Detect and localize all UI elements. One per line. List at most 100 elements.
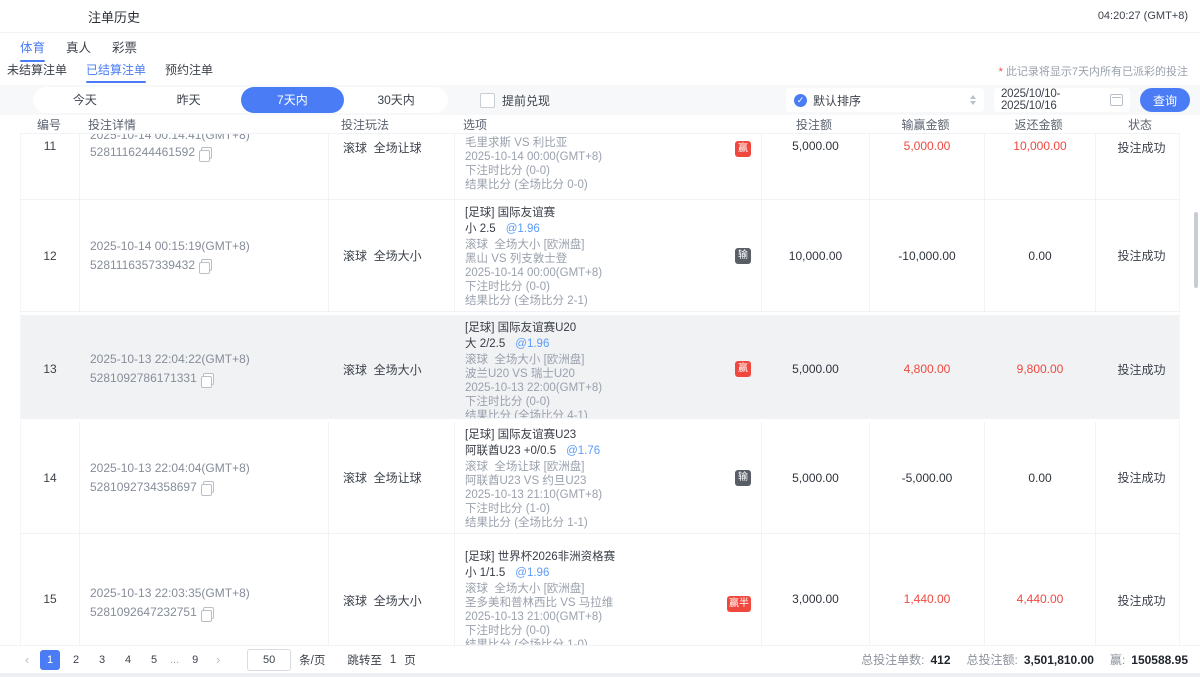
play-type: 滚球 全场让球 <box>328 422 454 533</box>
option-line: 毛里求斯 VS 利比亚 <box>465 136 751 150</box>
result-badge: 赢半 <box>727 596 751 612</box>
page-button-5[interactable]: 5 <box>144 650 164 670</box>
subtab-reserved[interactable]: 预约注单 <box>163 59 215 85</box>
status-text: 投注成功 <box>1095 534 1179 645</box>
option-line: 下注时比分 (0-0) <box>465 624 751 638</box>
result-badge: 输 <box>735 470 751 486</box>
jump-to-page: 跳转至 1 页 <box>347 652 415 668</box>
stake-amount: 3,000.00 <box>761 534 869 645</box>
result-badge: 输 <box>735 248 751 264</box>
row-number: 13 <box>21 315 79 419</box>
cashout-checkbox-group[interactable]: 提前兑现 <box>480 92 550 109</box>
table-row: 12 2025-10-14 00:15:19(GMT+8) 5281116357… <box>21 200 1179 312</box>
total-amount-value: 3,501,810.00 <box>1024 653 1094 667</box>
tab-live[interactable]: 真人 <box>64 33 93 62</box>
table-row: 13 2025-10-13 22:04:22(GMT+8) 5281092786… <box>21 315 1179 419</box>
status-text: 投注成功 <box>1095 134 1179 199</box>
tab-sports[interactable]: 体育 <box>18 33 47 62</box>
league-name: [足球] 国际友谊赛 <box>465 206 751 220</box>
filter-7days-button[interactable]: 7天内 <box>241 87 345 113</box>
winloss-amount: -10,000.00 <box>869 200 984 311</box>
total-count-value: 412 <box>930 653 950 667</box>
payout-amount: 9,800.00 <box>984 315 1095 419</box>
bet-id: 5281116244461592 <box>90 143 195 162</box>
option-line: 结果比分 (全场比分 1-1) <box>465 516 751 530</box>
cashout-checkbox[interactable] <box>480 93 495 108</box>
next-page-icon[interactable]: › <box>211 652 225 667</box>
subtab-settled[interactable]: 已结算注单 <box>84 59 148 85</box>
stake-amount: 5,000.00 <box>761 315 869 419</box>
table-row: 11 2025-10-14 00:14:41(GMT+8) 5281116244… <box>21 134 1179 200</box>
winloss-amount: 4,800.00 <box>869 315 984 419</box>
option-line: 滚球 全场大小 [欧洲盘] <box>465 353 751 367</box>
server-time: 04:20:27 (GMT+8) <box>1098 10 1188 22</box>
settlement-subtabs: 未结算注单 已结算注单 预约注单 *此记录将显示7天内所有已派彩的投注 <box>0 61 1200 85</box>
page-button-1[interactable]: 1 <box>40 650 60 670</box>
option-line: 结果比分 (全场比分 2-1) <box>465 294 751 308</box>
top-bar: 注单历史 04:20:27 (GMT+8) <box>0 0 1200 33</box>
col-options: 选项 <box>453 116 760 133</box>
copy-icon[interactable] <box>201 259 212 271</box>
filter-today-button[interactable]: 今天 <box>33 87 137 113</box>
option-line: 2025-10-13 22:00(GMT+8) <box>465 381 751 395</box>
tab-lottery[interactable]: 彩票 <box>110 33 139 62</box>
row-number: 12 <box>21 200 79 311</box>
bottom-strip <box>0 673 1200 677</box>
option-line: 结果比分 (全场比分 0-0) <box>465 178 751 192</box>
option-line: 滚球 全场大小 [欧洲盘] <box>465 238 751 252</box>
bet-id: 5281116357339432 <box>90 256 195 275</box>
cashout-checkbox-label: 提前兑现 <box>502 92 550 109</box>
winloss-amount: 1,440.00 <box>869 534 984 645</box>
date-range-picker[interactable]: 2025/10/10-2025/10/16 <box>994 88 1130 112</box>
search-button[interactable]: 查询 <box>1140 88 1190 112</box>
table-header: 编号 投注详情 投注玩法 选项 投注额 输赢金额 返还金额 状态 <box>20 115 1180 134</box>
stake-amount: 5,000.00 <box>761 422 869 533</box>
page-button-3[interactable]: 3 <box>92 650 112 670</box>
options-cell: [足球] 国际友谊赛 小 2.5@1.96 滚球 全场大小 [欧洲盘] 黑山 V… <box>454 200 761 311</box>
total-amount-label: 总投注额: <box>967 651 1018 668</box>
result-badge: 赢 <box>735 141 751 157</box>
copy-icon[interactable] <box>203 373 214 385</box>
pick-line: 小 1/1.5@1.96 <box>465 566 751 580</box>
vertical-scrollbar[interactable] <box>1194 212 1198 288</box>
totals-summary: 总投注单数: 412 总投注额: 3,501,810.00 赢: 150588.… <box>861 651 1188 668</box>
stake-amount: 5,000.00 <box>761 134 869 199</box>
sort-select[interactable]: ✓ 默认排序 <box>786 88 984 112</box>
subtab-unsettled[interactable]: 未结算注单 <box>5 59 69 85</box>
winloss-amount: 5,000.00 <box>869 134 984 199</box>
option-line: 下注时比分 (0-0) <box>465 280 751 294</box>
row-number: 15 <box>21 534 79 645</box>
options-cell: 毛里求斯 VS 利比亚 2025-10-14 00:00(GMT+8) 下注时比… <box>454 134 761 199</box>
option-line: 结果比分 (全场比分 4-1) <box>465 409 751 419</box>
prev-page-icon[interactable]: ‹ <box>20 652 34 667</box>
options-cell: [足球] 国际友谊赛U20 大 2/2.5@1.96 滚球 全场大小 [欧洲盘]… <box>454 315 761 419</box>
copy-icon[interactable] <box>203 607 214 619</box>
options-cell: [足球] 国际友谊赛U23 阿联酋U23 +0/0.5@1.76 滚球 全场让球… <box>454 422 761 533</box>
filter-yesterday-button[interactable]: 昨天 <box>137 87 241 113</box>
jump-page-value[interactable]: 1 <box>390 654 396 666</box>
page-button-9[interactable]: 9 <box>185 650 205 670</box>
odds-value: @1.76 <box>566 445 600 457</box>
status-text: 投注成功 <box>1095 315 1179 419</box>
play-type: 滚球 全场大小 <box>328 315 454 419</box>
copy-icon[interactable] <box>201 147 212 159</box>
filter-30days-button[interactable]: 30天内 <box>344 87 448 113</box>
page-size-input[interactable] <box>247 649 291 671</box>
page-button-4[interactable]: 4 <box>118 650 138 670</box>
pick-line: 阿联酋U23 +0/0.5@1.76 <box>465 444 751 458</box>
pick-line: 大 2/2.5@1.96 <box>465 337 751 351</box>
bet-detail-cell: 2025-10-13 22:03:35(GMT+8) 5281092647232… <box>79 534 328 645</box>
status-text: 投注成功 <box>1095 422 1179 533</box>
copy-icon[interactable] <box>203 481 214 493</box>
option-line: 阿联酋U23 VS 约旦U23 <box>465 474 751 488</box>
sort-selected-value: 默认排序 <box>813 92 861 109</box>
page-button-2[interactable]: 2 <box>66 650 86 670</box>
bet-time: 2025-10-13 22:03:35(GMT+8) <box>90 584 250 603</box>
col-payout: 返还金额 <box>983 116 1094 133</box>
options-cell: [足球] 世界杯2026非洲资格赛 小 1/1.5@1.96 滚球 全场大小 [… <box>454 534 761 645</box>
league-name: [足球] 国际友谊赛U23 <box>465 428 751 442</box>
option-line: 黑山 VS 列支敦士登 <box>465 252 751 266</box>
option-line: 2025-10-14 00:00(GMT+8) <box>465 266 751 280</box>
option-line: 结果比分 (全场比分 1-0) <box>465 638 751 645</box>
bet-time: 2025-10-14 00:14:41(GMT+8) <box>90 134 250 143</box>
